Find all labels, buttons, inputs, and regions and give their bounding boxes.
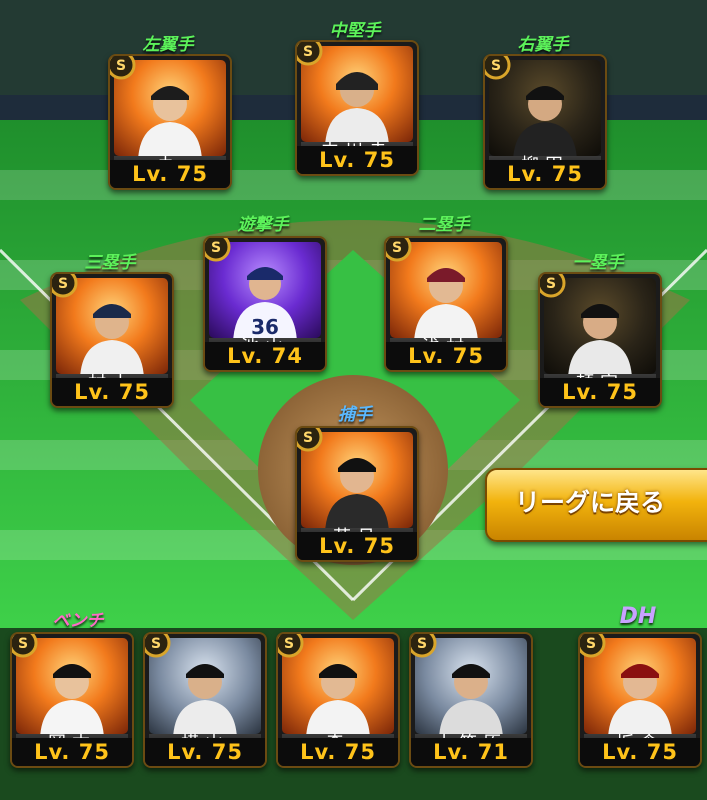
level-bar: Lv. 75 <box>145 738 265 766</box>
player-card-dh[interactable]: S 坂倉 Lv. 75 <box>578 632 702 768</box>
svg-text:36: 36 <box>251 315 279 338</box>
svg-text:S: S <box>491 58 501 74</box>
player-card-shortstop[interactable]: 36 S 池山 Lv. 74 <box>203 236 327 372</box>
s-grade-badge-icon: S <box>297 42 323 66</box>
level-bar: Lv. 75 <box>12 738 132 766</box>
level-bar: Lv. 75 <box>52 378 172 406</box>
player-silhouette-icon <box>138 86 202 156</box>
svg-text:S: S <box>18 636 28 652</box>
player-level: Lv. 71 <box>433 740 509 764</box>
svg-text:S: S <box>417 636 427 652</box>
level-bar: Lv. 71 <box>411 738 531 766</box>
s-grade-badge-icon: S <box>411 634 437 658</box>
player-card-second-base[interactable]: S 浅村 Lv. 75 <box>384 236 508 372</box>
player-card-bench-4[interactable]: S 小笠原 Lv. 71 <box>409 632 533 768</box>
player-level: Lv. 75 <box>167 740 243 764</box>
svg-text:S: S <box>58 276 68 292</box>
player-silhouette-icon <box>80 304 144 374</box>
player-silhouette-icon <box>439 664 503 734</box>
player-level: Lv. 75 <box>562 380 638 404</box>
player-card-bench-3[interactable]: S 森 Lv. 75 <box>276 632 400 768</box>
right-field-label: 右翼手 <box>517 35 569 55</box>
shortstop-label: 遊撃手 <box>237 215 289 235</box>
player-silhouette-icon <box>325 72 389 142</box>
player-silhouette-icon <box>414 268 478 338</box>
svg-text:S: S <box>303 44 313 60</box>
player-level: Lv. 75 <box>507 162 583 186</box>
player-level: Lv. 75 <box>408 344 484 368</box>
s-grade-badge-icon: S <box>297 428 323 452</box>
player-card-left-field[interactable]: S 丸 Lv. 75 <box>108 54 232 190</box>
s-grade-badge-icon: S <box>485 56 511 80</box>
player-level: Lv. 75 <box>602 740 678 764</box>
s-grade-badge-icon: S <box>12 634 38 658</box>
player-silhouette-icon <box>173 664 237 734</box>
player-level: Lv. 75 <box>132 162 208 186</box>
svg-text:S: S <box>116 58 126 74</box>
s-grade-badge-icon: S <box>52 274 78 298</box>
s-grade-badge-icon: S <box>205 238 231 262</box>
player-level: Lv. 75 <box>34 740 110 764</box>
player-level: Lv. 75 <box>74 380 150 404</box>
dh-label: DH <box>619 604 657 629</box>
player-level: Lv. 75 <box>319 534 395 558</box>
third-base-label: 三塁手 <box>84 253 136 273</box>
player-silhouette-icon <box>568 304 632 374</box>
svg-text:S: S <box>392 240 402 256</box>
player-silhouette-icon <box>513 86 577 156</box>
svg-text:S: S <box>546 276 556 292</box>
player-card-catcher[interactable]: S 若月 Lv. 75 <box>295 426 419 562</box>
bench-label: ベンチ <box>52 611 104 631</box>
s-grade-badge-icon: S <box>580 634 606 658</box>
catcher-label: 捕手 <box>338 405 372 425</box>
left-field-label: 左翼手 <box>142 35 194 55</box>
s-grade-badge-icon: S <box>110 56 136 80</box>
level-bar: Lv. 75 <box>540 378 660 406</box>
player-level: Lv. 74 <box>227 344 303 368</box>
player-level: Lv. 75 <box>300 740 376 764</box>
player-silhouette-icon: 36 <box>233 267 297 338</box>
player-card-center-field[interactable]: S 中川圭 Lv. 75 <box>295 40 419 176</box>
level-bar: Lv. 75 <box>297 532 417 560</box>
svg-text:S: S <box>303 430 313 446</box>
player-level: Lv. 75 <box>319 148 395 172</box>
svg-text:S: S <box>151 636 161 652</box>
return-to-league-button[interactable]: リーグに戻る <box>485 468 707 542</box>
s-grade-badge-icon: S <box>278 634 304 658</box>
s-grade-badge-icon: S <box>540 274 566 298</box>
first-base-label: 一塁手 <box>572 253 624 273</box>
level-bar: Lv. 75 <box>110 160 230 188</box>
s-grade-badge-icon: S <box>386 238 412 262</box>
center-field-label: 中堅手 <box>329 21 381 41</box>
svg-text:S: S <box>284 636 294 652</box>
level-bar: Lv. 75 <box>386 342 506 370</box>
return-to-league-label: リーグに戻る <box>515 488 666 517</box>
player-card-bench-2[interactable]: S 横山 Lv. 75 <box>143 632 267 768</box>
player-silhouette-icon <box>306 664 370 734</box>
level-bar: Lv. 75 <box>485 160 605 188</box>
player-silhouette-icon <box>608 664 672 734</box>
player-silhouette-icon <box>40 664 104 734</box>
level-bar: Lv. 75 <box>278 738 398 766</box>
player-card-right-field[interactable]: S 柳田 Lv. 75 <box>483 54 607 190</box>
level-bar: Lv. 75 <box>297 146 417 174</box>
player-card-bench-1[interactable]: S 岡本 Lv. 75 <box>10 632 134 768</box>
player-card-first-base[interactable]: S 頓宮 Lv. 75 <box>538 272 662 408</box>
level-bar: Lv. 75 <box>580 738 700 766</box>
player-card-third-base[interactable]: S 村上 Lv. 75 <box>50 272 174 408</box>
level-bar: Lv. 74 <box>205 342 325 370</box>
second-base-label: 二塁手 <box>418 215 470 235</box>
player-silhouette-icon <box>325 458 389 528</box>
svg-text:S: S <box>586 636 596 652</box>
svg-text:S: S <box>211 240 221 256</box>
s-grade-badge-icon: S <box>145 634 171 658</box>
